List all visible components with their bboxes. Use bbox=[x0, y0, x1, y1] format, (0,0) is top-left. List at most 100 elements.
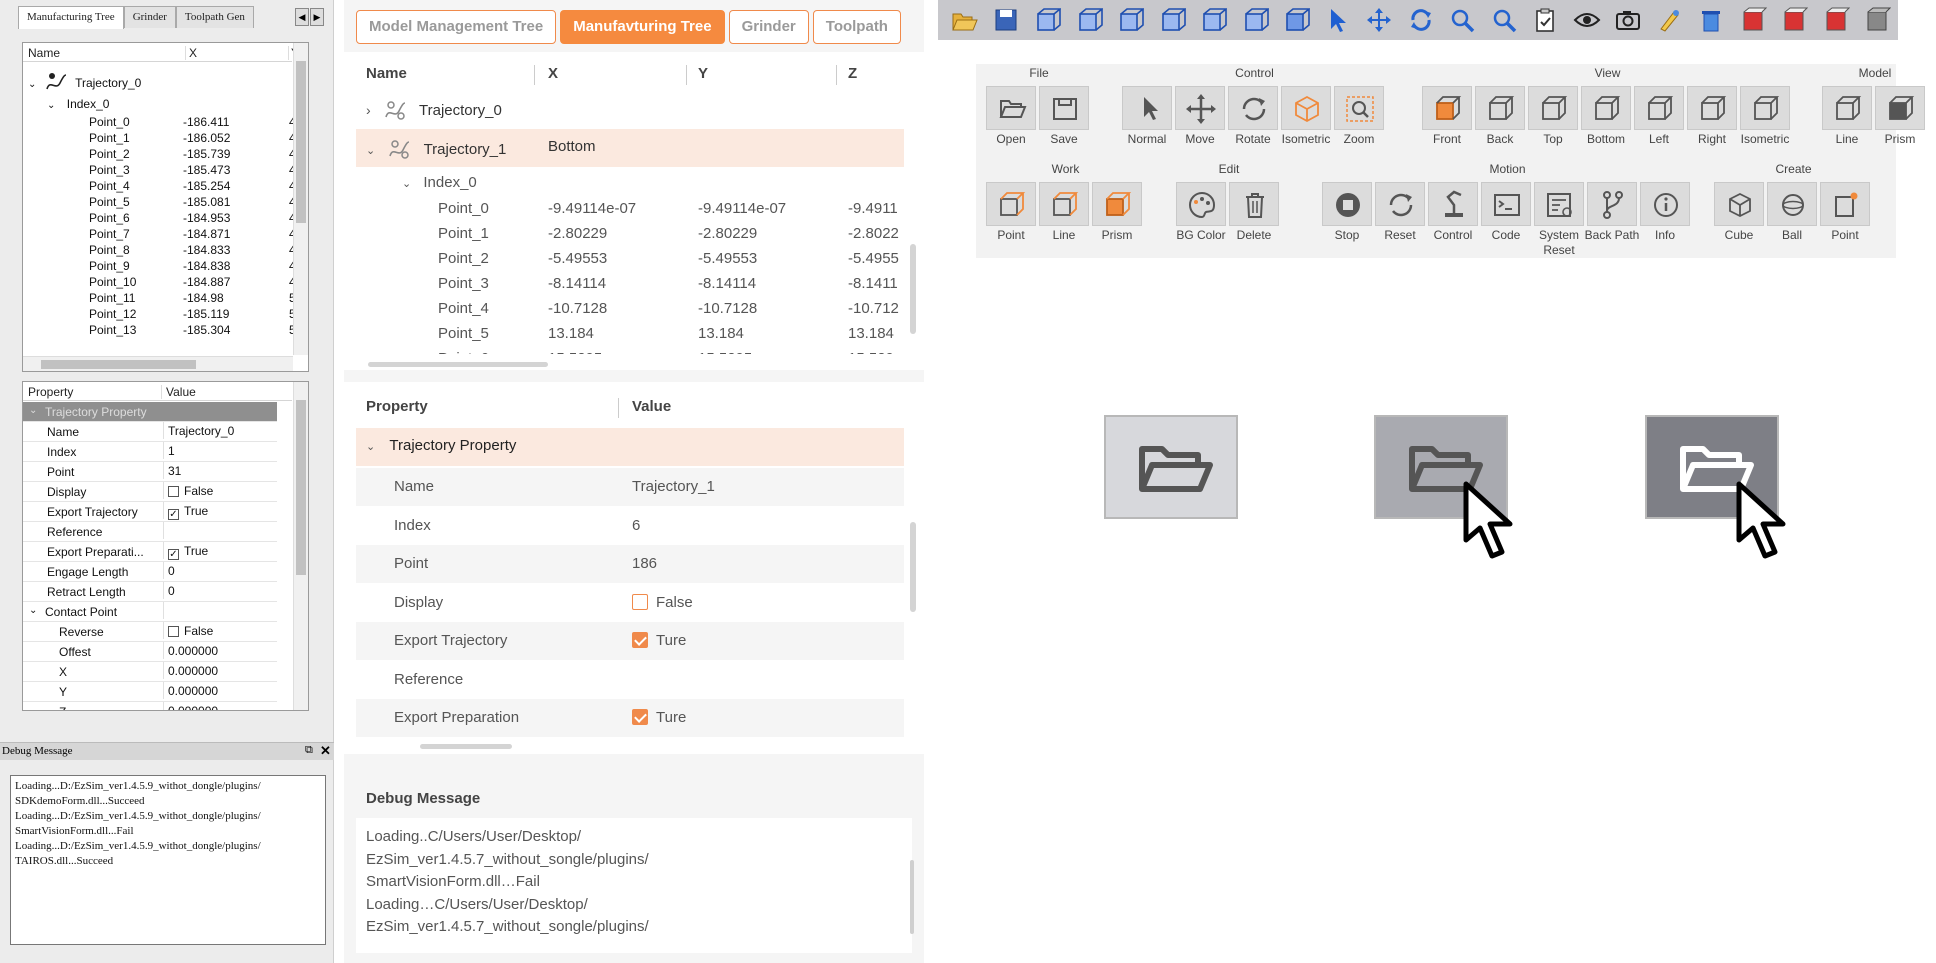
red-cube-icon[interactable] bbox=[1822, 6, 1850, 34]
wire-cube-icon[interactable] bbox=[1116, 6, 1146, 34]
red-cube-icon[interactable] bbox=[1739, 6, 1767, 34]
legacy-tab-manufacturing-tree[interactable]: Manufacturing Tree bbox=[18, 6, 124, 29]
modern-prop-row[interactable]: Reference bbox=[356, 660, 904, 699]
cursor-icon[interactable] bbox=[1324, 6, 1352, 34]
legacy-point-row[interactable]: Point_13 -185.304 5 bbox=[23, 323, 293, 339]
modern-prop-row[interactable]: Point 186 bbox=[356, 545, 904, 583]
open-folder-icon[interactable] bbox=[950, 6, 978, 34]
horizontal-scrollbar[interactable] bbox=[420, 744, 512, 749]
legacy-prop-row[interactable]: Export Preparati... ✓ True bbox=[23, 542, 277, 562]
iso-cube-icon[interactable] bbox=[1033, 6, 1063, 34]
ribbon-prism-button[interactable] bbox=[1875, 86, 1925, 130]
checkbox-on[interactable] bbox=[632, 632, 648, 648]
red-cube-icon[interactable] bbox=[1780, 6, 1809, 34]
ribbon-left-button[interactable] bbox=[1634, 86, 1684, 130]
ribbon-bg-color-button[interactable] bbox=[1176, 182, 1226, 226]
wire-cube-icon[interactable] bbox=[1075, 6, 1104, 34]
legacy-prop-row[interactable]: Reference bbox=[23, 522, 277, 542]
ribbon-line-button[interactable] bbox=[1039, 182, 1089, 226]
ribbon-back-button[interactable] bbox=[1475, 86, 1525, 130]
vertical-scrollbar[interactable] bbox=[293, 382, 308, 710]
ribbon-code-button[interactable] bbox=[1481, 182, 1531, 226]
float-icon[interactable]: ⧉ bbox=[305, 744, 313, 757]
legacy-prop-row[interactable]: Offest 0.000000 bbox=[23, 642, 277, 662]
zoom-icon[interactable] bbox=[1490, 6, 1518, 34]
gray-cube-icon[interactable] bbox=[1863, 6, 1892, 34]
checkbox-on[interactable]: ✓ bbox=[168, 549, 179, 560]
legacy-prop-group[interactable]: ⌄ Trajectory Property bbox=[23, 402, 277, 422]
ribbon-back-path-button[interactable] bbox=[1587, 182, 1637, 226]
ribbon-delete-button[interactable] bbox=[1229, 182, 1279, 226]
legacy-point-row[interactable]: Point_3 -185.473 4 bbox=[23, 163, 293, 179]
move-icon[interactable] bbox=[1365, 6, 1393, 34]
legacy-prop-row[interactable]: Z 0.000000 bbox=[23, 702, 277, 710]
horizontal-scrollbar[interactable] bbox=[368, 362, 548, 367]
modern-prop-row[interactable]: Index 6 bbox=[356, 506, 904, 545]
ribbon-open-button[interactable] bbox=[986, 86, 1036, 130]
legacy-point-row[interactable]: Point_1 -186.052 4 bbox=[23, 131, 293, 147]
ribbon-isometric-button[interactable] bbox=[1281, 86, 1331, 130]
column-divider[interactable] bbox=[618, 398, 619, 418]
tab-model-management-tree[interactable]: Model Management Tree bbox=[356, 10, 557, 44]
modern-tree-view[interactable]: Name X Y Z › Trajectory_0 ⌄ Trajectory_1… bbox=[344, 52, 924, 370]
ribbon-cube-button[interactable] bbox=[1714, 182, 1764, 226]
tab-grinder[interactable]: Grinder bbox=[728, 10, 809, 44]
legacy-point-row[interactable]: Point_12 -185.119 5 bbox=[23, 307, 293, 323]
modern-prop-row[interactable]: Display False bbox=[356, 583, 904, 622]
legacy-point-row[interactable]: Point_0 -186.411 4 bbox=[23, 115, 293, 131]
checkbox-off[interactable] bbox=[632, 593, 648, 610]
tab-manufacturing-tree[interactable]: Manufavturing Tree bbox=[560, 10, 725, 44]
legacy-point-row[interactable]: Point_11 -184.98 5 bbox=[23, 291, 293, 307]
modern-property-grid[interactable]: Property Value ⌄ Trajectory Property Nam… bbox=[344, 382, 924, 754]
legacy-point-row[interactable]: Point_5 -185.081 4 bbox=[23, 195, 293, 211]
trash-icon[interactable] bbox=[1697, 6, 1725, 34]
wire-cube-icon[interactable] bbox=[1241, 6, 1270, 34]
vertical-scrollbar[interactable] bbox=[910, 244, 916, 334]
open-button-normal-state[interactable] bbox=[1104, 415, 1238, 519]
ribbon-stop-button[interactable] bbox=[1322, 182, 1372, 226]
legacy-prop-row[interactable]: Point 31 bbox=[23, 462, 277, 482]
legacy-prop-row[interactable]: Reverse False bbox=[23, 622, 277, 642]
chevron-down-icon[interactable]: ⌄ bbox=[29, 605, 37, 616]
legacy-tree-view[interactable]: Name X Y ⌄ Trajectory_0 ⌄ Index_0 Point_… bbox=[22, 42, 309, 372]
tab-toolpath[interactable]: Toolpath bbox=[812, 10, 901, 44]
legacy-prop-row[interactable]: ⌄ Contact Point bbox=[23, 602, 277, 622]
solid-cube-icon[interactable] bbox=[1282, 6, 1312, 34]
checkbox-off[interactable] bbox=[168, 486, 179, 497]
wire-cube-icon[interactable] bbox=[1199, 6, 1229, 34]
legacy-point-row[interactable]: Point_6 -184.953 4 bbox=[23, 211, 293, 227]
ribbon-ball-button[interactable] bbox=[1767, 182, 1817, 226]
zoom-window-icon[interactable] bbox=[1448, 6, 1476, 34]
ribbon-point-button[interactable] bbox=[1820, 182, 1870, 226]
paint-icon[interactable] bbox=[1656, 6, 1684, 34]
legacy-prop-row[interactable]: Y 0.000000 bbox=[23, 682, 277, 702]
save-icon[interactable] bbox=[992, 6, 1020, 34]
legacy-prop-row[interactable]: Retract Length 0 bbox=[23, 582, 277, 602]
legacy-prop-row[interactable]: X 0.000000 bbox=[23, 662, 277, 682]
legacy-point-row[interactable]: Point_9 -184.838 4 bbox=[23, 259, 293, 275]
ribbon-front-button[interactable] bbox=[1422, 86, 1472, 130]
checkbox-on[interactable]: ✓ bbox=[168, 509, 179, 520]
legacy-point-row[interactable]: Point_2 -185.739 4 bbox=[23, 147, 293, 163]
eye-icon[interactable] bbox=[1573, 6, 1601, 34]
legacy-point-row[interactable]: Point_10 -184.887 4 bbox=[23, 275, 293, 291]
wire-cube-icon[interactable] bbox=[1158, 6, 1187, 34]
vertical-scrollbar[interactable] bbox=[910, 522, 916, 612]
tab-scroll-right-icon[interactable]: ▶ bbox=[310, 8, 324, 26]
chevron-down-icon[interactable]: ⌄ bbox=[29, 405, 37, 416]
point-name[interactable]: Point_0 bbox=[438, 200, 489, 217]
vertical-scrollbar[interactable] bbox=[293, 43, 308, 355]
ribbon-move-button[interactable] bbox=[1175, 86, 1225, 130]
legacy-prop-row[interactable]: Index 1 bbox=[23, 442, 277, 462]
point-name[interactable]: Point_3 bbox=[438, 275, 489, 292]
chevron-down-icon[interactable]: ⌄ bbox=[366, 441, 375, 453]
legacy-point-row[interactable]: Point_8 -184.833 4 bbox=[23, 243, 293, 259]
ribbon-rotate-button[interactable] bbox=[1228, 86, 1278, 130]
legacy-tab-toolpath-gen[interactable]: Toolpath Gen bbox=[175, 6, 254, 28]
point-name[interactable]: Point_5 bbox=[438, 325, 489, 342]
modern-prop-row[interactable]: Name Trajectory_1 bbox=[356, 468, 904, 506]
point-name[interactable]: Point_1 bbox=[438, 225, 489, 242]
modern-prop-row[interactable]: Export Preparation Ture bbox=[356, 699, 904, 737]
legacy-property-grid[interactable]: Property Value ⌄ Trajectory Property Name T… bbox=[22, 381, 309, 711]
group-trajectory-property[interactable]: ⌄ Trajectory Property bbox=[366, 437, 516, 454]
